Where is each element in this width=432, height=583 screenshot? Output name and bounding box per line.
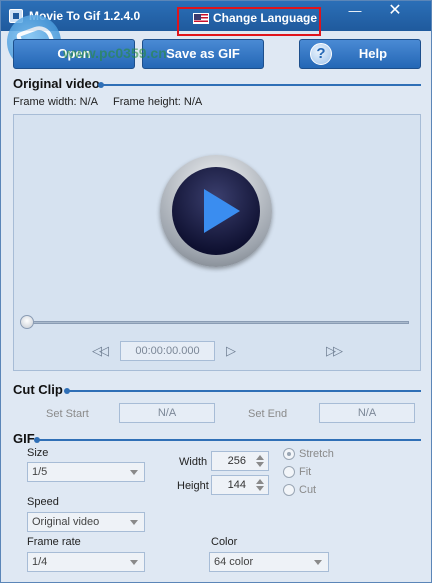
title-bar: Movie To Gif 1.2.4.0 Change Language — ✕: [1, 1, 431, 36]
minimize-button[interactable]: —: [339, 1, 371, 21]
cut-clip-heading: Cut Clip: [13, 382, 63, 397]
spin-down-icon[interactable]: [256, 486, 264, 491]
video-preview-panel: ◁◁ 00:00:00.000 ▷ ▷▷: [13, 114, 421, 371]
step-forward-icon[interactable]: ▷: [226, 343, 236, 359]
seek-thumb[interactable]: [20, 315, 34, 329]
height-value: 144: [227, 479, 246, 491]
cut-clip-divider: [64, 388, 421, 394]
speed-value: Original video: [32, 516, 100, 528]
open-button[interactable]: Open: [13, 39, 135, 69]
size-label: Size: [27, 447, 49, 459]
fit-radio[interactable]: [283, 466, 295, 478]
original-video-heading: Original video: [13, 76, 100, 91]
spin-up-icon[interactable]: [256, 479, 264, 484]
stretch-label: Stretch: [299, 448, 334, 460]
frame-width-label: Frame width: N/A: [13, 96, 98, 108]
stretch-radio[interactable]: [283, 448, 295, 460]
frame-rate-label: Frame rate: [27, 536, 81, 548]
seek-bar[interactable]: [27, 321, 409, 324]
fit-label: Fit: [299, 466, 312, 478]
size-select[interactable]: 1/5: [27, 462, 145, 482]
chevron-down-icon: [130, 470, 138, 475]
set-end-button[interactable]: Set End: [248, 408, 287, 420]
cut-label: Cut: [299, 484, 317, 496]
width-label: Width: [179, 456, 208, 468]
play-button[interactable]: [160, 155, 272, 267]
speed-label: Speed: [27, 496, 59, 508]
close-button[interactable]: ✕: [371, 1, 419, 21]
height-label: Height: [177, 480, 209, 492]
play-button-face: [172, 167, 260, 255]
fast-forward-icon[interactable]: ▷▷: [326, 343, 343, 359]
gif-heading: GIF: [13, 431, 35, 446]
play-icon: [204, 189, 240, 233]
cut-radio[interactable]: [283, 484, 295, 496]
width-stepper[interactable]: 256: [211, 451, 269, 471]
color-label: Color: [211, 536, 238, 548]
original-video-divider: [98, 82, 421, 88]
height-stepper[interactable]: 144: [211, 475, 269, 495]
us-flag-icon: [193, 13, 209, 24]
color-select[interactable]: 64 color: [209, 552, 329, 572]
chevron-down-icon: [314, 560, 322, 565]
size-value: 1/5: [32, 466, 48, 478]
frame-rate-value: 1/4: [32, 556, 48, 568]
spin-down-icon[interactable]: [256, 462, 264, 467]
timecode-display: 00:00:00.000: [120, 341, 215, 361]
help-label: Help: [358, 46, 388, 61]
width-value: 256: [227, 455, 246, 467]
change-language-button[interactable]: Change Language: [177, 7, 321, 36]
chevron-down-icon: [130, 560, 138, 565]
chevron-down-icon: [130, 520, 138, 525]
color-value: 64 color: [214, 556, 254, 568]
app-window: Movie To Gif 1.2.4.0 Change Language — ✕…: [0, 0, 432, 583]
save-as-gif-button[interactable]: Save as GIF: [142, 39, 264, 69]
gif-divider: [34, 437, 421, 443]
start-time-field: N/A: [119, 403, 215, 423]
change-language-label: Change Language: [213, 11, 318, 25]
help-icon: ?: [310, 43, 332, 65]
spin-up-icon[interactable]: [256, 455, 264, 460]
set-start-button[interactable]: Set Start: [46, 408, 89, 420]
help-button[interactable]: ? Help: [299, 39, 421, 69]
frame-rate-select[interactable]: 1/4: [27, 552, 145, 572]
rewind-icon[interactable]: ◁◁: [92, 343, 109, 359]
speed-select[interactable]: Original video: [27, 512, 145, 532]
frame-height-label: Frame height: N/A: [113, 96, 203, 108]
end-time-field: N/A: [319, 403, 415, 423]
